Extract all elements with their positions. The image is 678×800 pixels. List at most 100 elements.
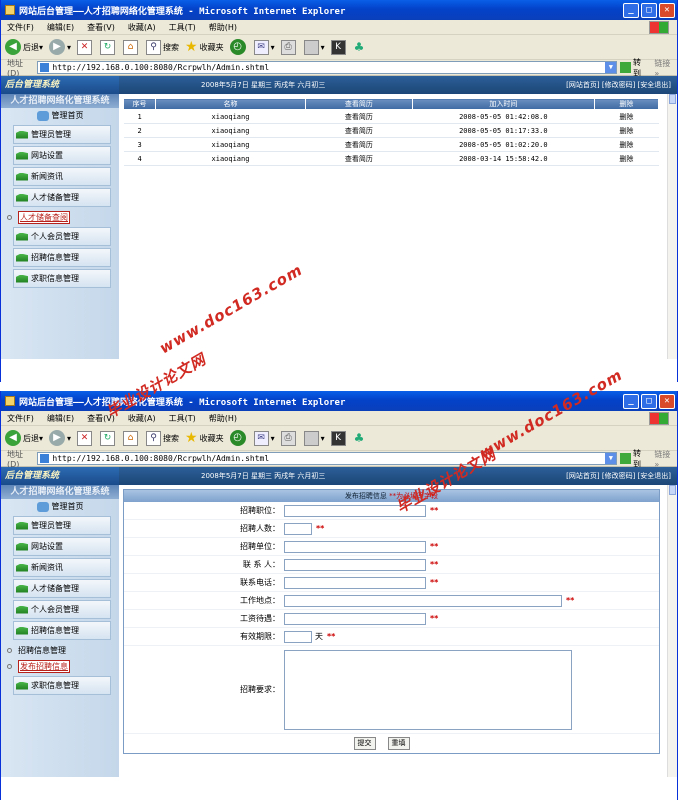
links-button[interactable]: 链接 » [654, 58, 677, 78]
requirements-textarea[interactable] [284, 649, 572, 730]
sidebar-item-talent[interactable]: 人才储备管理 [13, 188, 111, 207]
sidebar-subitem-publish-recruit[interactable]: 发布招聘信息 [1, 658, 119, 674]
menu-view[interactable]: 查看(V) [87, 22, 115, 33]
sidebar-subitem-talent-view[interactable]: 人才储备查阅 [1, 209, 119, 225]
reset-button[interactable]: 重填 [387, 736, 410, 750]
favorites-button[interactable]: ★ 收藏夹 [185, 39, 224, 55]
sidebar-item-recruit[interactable]: 招聘信息管理 [13, 621, 111, 640]
edit-button[interactable]: ▾ [303, 39, 325, 55]
salary-input[interactable] [284, 612, 426, 625]
form-row-validity: 有效期限：天 ** [124, 628, 659, 646]
sidebar-item-admin[interactable]: 管理员管理 [13, 125, 111, 144]
forward-button[interactable]: ▶ ▾ [49, 39, 71, 55]
print-button[interactable]: ⎙ [280, 430, 298, 446]
sidebar-home[interactable]: 管理首页 [1, 108, 119, 123]
stop-button[interactable]: ✕ [77, 430, 94, 446]
sidebar-item-members[interactable]: 个人会员管理 [13, 600, 111, 619]
history-button[interactable]: ◴ [229, 39, 248, 55]
edit-icon [303, 430, 319, 446]
sidebar-item-admin[interactable]: 管理员管理 [13, 516, 111, 535]
maximize-button[interactable]: □ [641, 2, 657, 18]
maximize-button[interactable]: □ [641, 393, 657, 409]
vertical-scrollbar[interactable] [667, 485, 677, 777]
menu-help[interactable]: 帮助(H) [209, 22, 237, 33]
sidebar-subitem-recruit-manage[interactable]: 招聘信息管理 [1, 642, 119, 658]
refresh-button[interactable]: ↻ [100, 39, 117, 55]
close-button[interactable]: ✕ [659, 2, 675, 18]
validity-input[interactable] [284, 630, 312, 643]
browser-window-1: 网站后台管理——人才招聘网络化管理系统 - Microsoft Internet… [0, 0, 678, 382]
company-input[interactable] [284, 540, 426, 553]
contact-input[interactable] [284, 558, 426, 571]
menu-tools[interactable]: 工具(T) [169, 413, 196, 424]
view-resume-link[interactable]: 查看简历 [305, 151, 413, 166]
edit-button[interactable]: ▾ [303, 430, 325, 446]
phone-input[interactable] [284, 576, 426, 589]
count-input[interactable] [284, 522, 312, 535]
menu-file[interactable]: 文件(F) [7, 413, 34, 424]
cell-name: xiaoqiang [155, 151, 306, 166]
history-button[interactable]: ◴ [229, 430, 248, 446]
menu-favorites[interactable]: 收藏(A) [128, 413, 156, 424]
search-button[interactable]: ⚲ 搜索 [146, 39, 179, 55]
sidebar-home[interactable]: 管理首页 [1, 499, 119, 514]
print-icon: ⎙ [280, 430, 296, 446]
address-input[interactable]: http://192.168.0.100:8080/Rcrpwlh/Admin.… [37, 61, 618, 74]
chevron-down-icon[interactable]: ▼ [605, 62, 617, 73]
location-input[interactable] [284, 594, 562, 607]
refresh-icon: ↻ [100, 39, 116, 55]
address-input[interactable]: http://192.168.0.100:8080/Rcrpwlh/Admin.… [37, 452, 618, 465]
search-button[interactable]: ⚲ 搜索 [146, 430, 179, 446]
discuss-button[interactable]: K [330, 430, 348, 446]
sidebar-item-talent[interactable]: 人才储备管理 [13, 579, 111, 598]
close-button[interactable]: ✕ [659, 393, 675, 409]
delete-link[interactable]: 删除 [594, 151, 659, 166]
delete-link[interactable]: 删除 [594, 109, 659, 124]
minimize-button[interactable]: _ [623, 2, 639, 18]
header-links[interactable]: [网站首页] [修改密码] [安全退出] [566, 471, 671, 481]
sidebar-item-news[interactable]: 新闻资讯 [13, 558, 111, 577]
view-resume-link[interactable]: 查看简历 [305, 137, 413, 152]
menu-edit[interactable]: 编辑(E) [47, 22, 74, 33]
mail-button[interactable]: ✉ ▾ [253, 39, 275, 55]
minimize-button[interactable]: _ [623, 393, 639, 409]
links-button[interactable]: 链接 » [654, 449, 677, 469]
messenger-button[interactable]: ♣ [354, 431, 365, 445]
menu-edit[interactable]: 编辑(E) [47, 413, 74, 424]
submit-button[interactable]: 提交 [353, 736, 376, 750]
sidebar-item-settings[interactable]: 网站设置 [13, 146, 111, 165]
forward-button[interactable]: ▶ ▾ [49, 430, 71, 446]
menu-favorites[interactable]: 收藏(A) [128, 22, 156, 33]
sidebar-item-jobseek[interactable]: 求职信息管理 [13, 676, 111, 695]
back-button[interactable]: ◀ 后退 ▾ [5, 430, 43, 446]
delete-link[interactable]: 删除 [594, 123, 659, 138]
vertical-scrollbar[interactable] [667, 94, 677, 359]
refresh-button[interactable]: ↻ [100, 430, 117, 446]
home-button[interactable]: ⌂ [123, 39, 140, 55]
back-button[interactable]: ◀ 后退 ▾ [5, 39, 43, 55]
home-button[interactable]: ⌂ [123, 430, 140, 446]
page-icon [40, 454, 50, 463]
cell-name: xiaoqiang [155, 123, 306, 138]
menu-file[interactable]: 文件(F) [7, 22, 34, 33]
favorites-button[interactable]: ★ 收藏夹 [185, 430, 224, 446]
view-resume-link[interactable]: 查看简历 [305, 109, 413, 124]
scroll-up-arrow[interactable] [669, 485, 676, 495]
discuss-button[interactable]: K [330, 39, 348, 55]
header-links[interactable]: [网站首页] [修改密码] [安全退出] [566, 80, 671, 90]
print-button[interactable]: ⎙ [280, 39, 298, 55]
sidebar-item-news[interactable]: 新闻资讯 [13, 167, 111, 186]
sidebar-item-settings[interactable]: 网站设置 [13, 537, 111, 556]
chevron-down-icon[interactable]: ▼ [605, 453, 617, 464]
menu-tools[interactable]: 工具(T) [169, 22, 196, 33]
menu-help[interactable]: 帮助(H) [209, 413, 237, 424]
stop-button[interactable]: ✕ [77, 39, 94, 55]
delete-link[interactable]: 删除 [594, 137, 659, 152]
view-resume-link[interactable]: 查看简历 [305, 123, 413, 138]
sidebar-item-members[interactable]: 个人会员管理 [13, 227, 111, 246]
scroll-up-arrow[interactable] [669, 94, 676, 104]
sidebar-item-jobseek[interactable]: 求职信息管理 [13, 269, 111, 288]
mail-button[interactable]: ✉ ▾ [253, 430, 275, 446]
sidebar-item-recruit[interactable]: 招聘信息管理 [13, 248, 111, 267]
messenger-button[interactable]: ♣ [354, 40, 365, 54]
